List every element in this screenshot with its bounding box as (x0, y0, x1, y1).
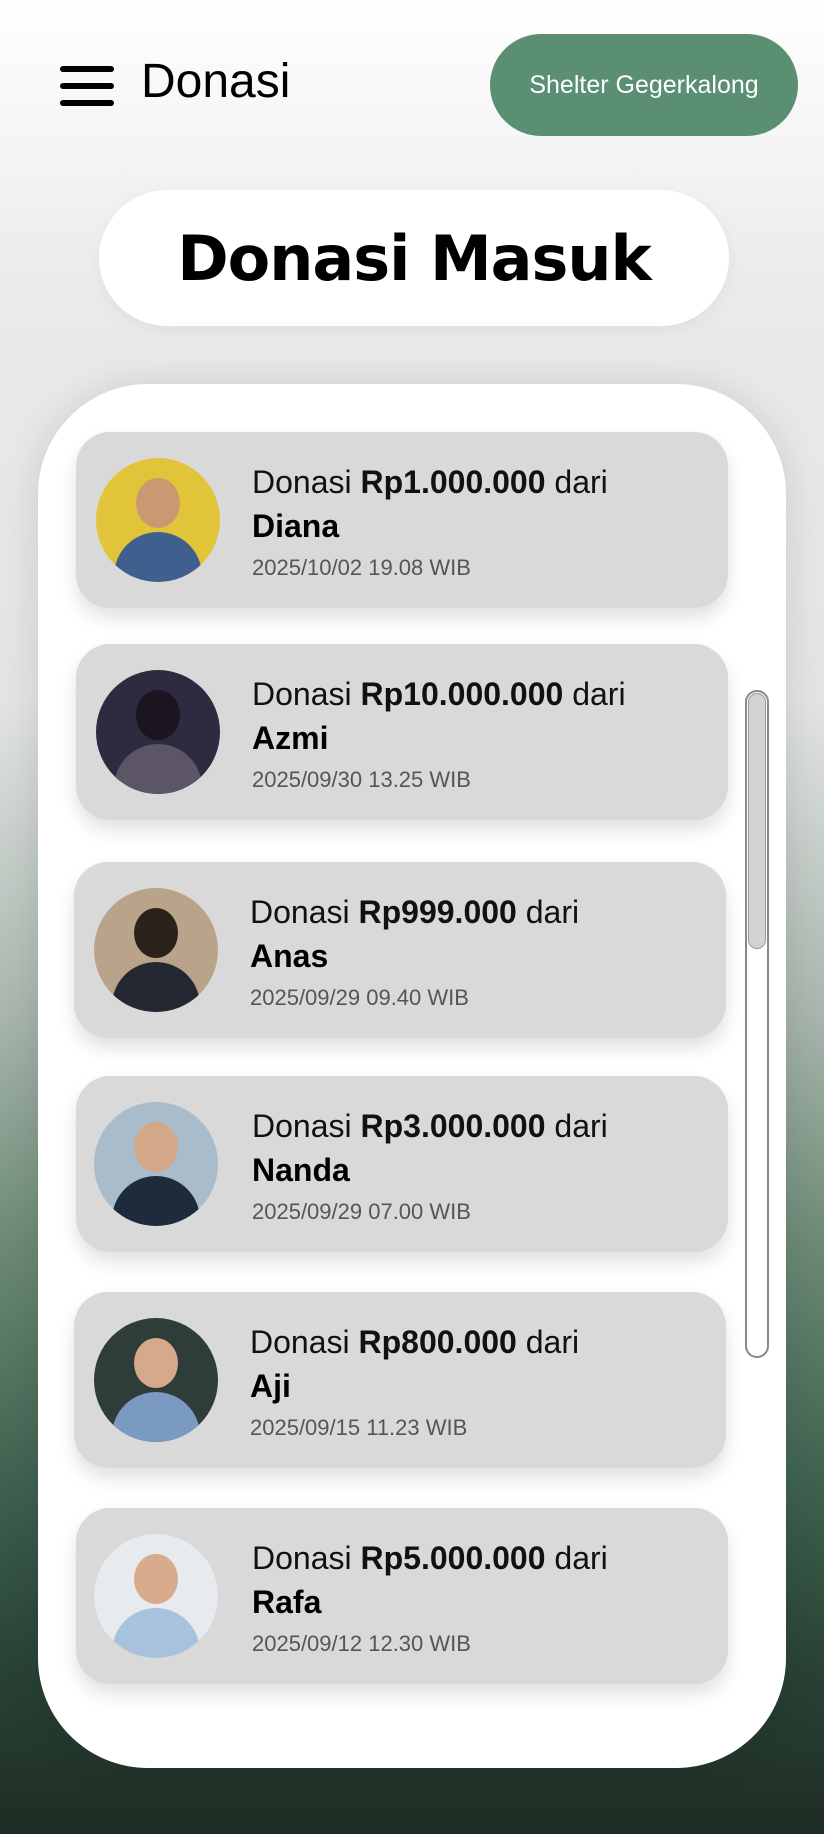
app-header: Donasi Shelter Gegerkalong (0, 0, 824, 170)
menu-icon-bar (60, 66, 114, 72)
donation-amount-line: Donasi Rp3.000.000 dari (252, 1106, 712, 1146)
donation-amount-line: Donasi Rp999.000 dari (250, 892, 710, 932)
donation-date: 2025/09/29 07.00 WIB (252, 1199, 471, 1224)
app-title: Donasi (141, 55, 291, 108)
page-title-banner: Donasi Masuk (99, 190, 729, 326)
donation-list-scrollbar[interactable] (745, 690, 769, 1358)
donor-name: Azmi (252, 720, 329, 756)
donation-suffix: dari (554, 464, 608, 500)
donation-amount: Rp10.000.000 (360, 676, 564, 712)
donation-amount: Rp999.000 (358, 894, 517, 930)
donation-list-panel: Donasi Rp1.000.000 dari Diana 2025/10/02… (38, 384, 786, 1768)
donation-prefix: Donasi (252, 676, 352, 712)
donation-amount: Rp3.000.000 (360, 1108, 546, 1144)
donor-name: Nanda (252, 1152, 350, 1188)
menu-icon-bar (60, 100, 114, 106)
donation-suffix: dari (525, 1324, 580, 1360)
page-title: Donasi Masuk (177, 221, 652, 295)
donation-prefix: Donasi (250, 894, 350, 930)
donation-card[interactable]: Donasi Rp5.000.000 dari Rafa 2025/09/12 … (76, 1508, 728, 1684)
donor-name: Aji (250, 1368, 291, 1404)
donor-name: Diana (252, 508, 340, 544)
donor-avatar (94, 1318, 218, 1442)
donation-suffix: dari (554, 1540, 608, 1576)
donation-card[interactable]: Donasi Rp10.000.000 dari Azmi 2025/09/30… (76, 644, 728, 820)
donation-suffix: dari (554, 1108, 608, 1144)
donation-amount-line: Donasi Rp10.000.000 dari (252, 674, 712, 714)
donation-prefix: Donasi (252, 1540, 352, 1576)
donor-name: Anas (250, 938, 329, 974)
donation-amount: Rp800.000 (358, 1324, 517, 1360)
donor-avatar (94, 1102, 218, 1226)
donation-amount-line: Donasi Rp800.000 dari (250, 1322, 710, 1362)
donation-prefix: Donasi (250, 1324, 350, 1360)
donation-amount: Rp1.000.000 (360, 464, 546, 500)
donation-date: 2025/09/12 12.30 WIB (252, 1631, 471, 1656)
donor-name: Rafa (252, 1584, 322, 1620)
donation-card[interactable]: Donasi Rp800.000 dari Aji 2025/09/15 11.… (74, 1292, 726, 1468)
scrollbar-thumb[interactable] (748, 693, 766, 949)
donation-suffix: dari (525, 894, 580, 930)
donation-prefix: Donasi (252, 1108, 352, 1144)
donation-card[interactable]: Donasi Rp999.000 dari Anas 2025/09/29 09… (74, 862, 726, 1038)
donation-amount-line: Donasi Rp1.000.000 dari (252, 462, 712, 502)
donation-amount-line: Donasi Rp5.000.000 dari (252, 1538, 712, 1578)
shelter-selector-button[interactable]: Shelter Gegerkalong (490, 34, 798, 136)
donor-avatar (96, 458, 220, 582)
menu-icon-bar (60, 83, 114, 89)
donation-suffix: dari (572, 676, 626, 712)
menu-icon[interactable] (60, 64, 114, 108)
donor-avatar (96, 670, 220, 794)
donor-avatar (94, 888, 218, 1012)
donation-prefix: Donasi (252, 464, 352, 500)
donation-card[interactable]: Donasi Rp1.000.000 dari Diana 2025/10/02… (76, 432, 728, 608)
donation-date: 2025/09/29 09.40 WIB (250, 985, 469, 1010)
donation-date: 2025/09/15 11.23 WIB (250, 1415, 468, 1440)
donation-date: 2025/09/30 13.25 WIB (252, 767, 471, 792)
donation-card[interactable]: Donasi Rp3.000.000 dari Nanda 2025/09/29… (76, 1076, 728, 1252)
donor-avatar (94, 1534, 218, 1658)
donation-date: 2025/10/02 19.08 WIB (252, 555, 471, 580)
donation-amount: Rp5.000.000 (360, 1540, 546, 1576)
